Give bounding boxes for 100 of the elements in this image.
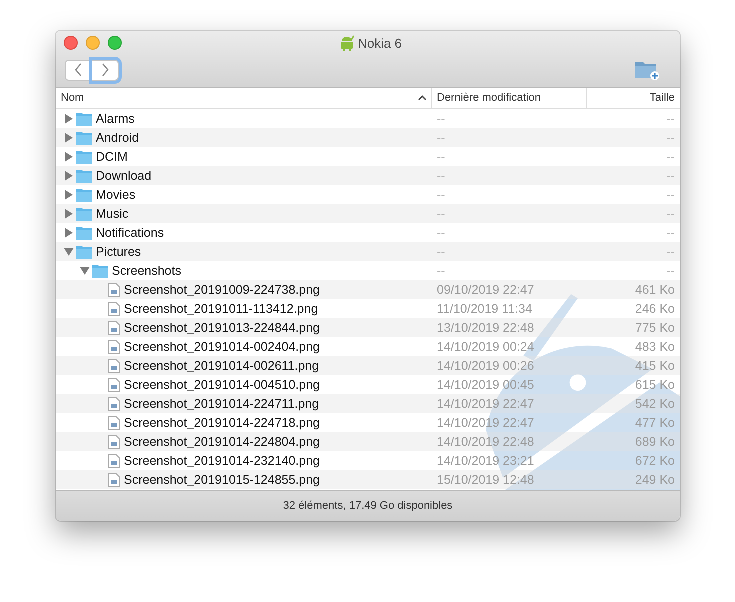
image-file-icon — [108, 454, 120, 468]
image-file-icon — [108, 358, 120, 372]
image-file-icon — [108, 282, 120, 296]
modified-date: -- — [437, 244, 446, 258]
folder-icon — [76, 168, 92, 182]
modified-date: -- — [437, 112, 446, 126]
column-header[interactable]: Nom — [56, 88, 432, 108]
modified-date: 09/10/2019 22:47 — [437, 282, 534, 296]
modified-date: -- — [437, 206, 446, 220]
close-button[interactable] — [64, 36, 78, 50]
modified-date: 14/10/2019 22:47 — [437, 396, 534, 410]
modified-date: 13/10/2019 22:48 — [437, 320, 534, 334]
file-size: -- — [666, 150, 675, 164]
column-header[interactable]: Dernière modification — [432, 88, 587, 108]
file-size: 483 Ko — [635, 340, 675, 354]
folder-name[interactable]: Pictures — [96, 244, 142, 258]
file-size: -- — [666, 206, 675, 220]
file-name[interactable]: Screenshot_20191013-224844.png — [124, 320, 320, 334]
modified-date: -- — [437, 226, 446, 240]
folder-name[interactable]: Download — [96, 168, 152, 182]
folder-name[interactable]: Movies — [96, 188, 136, 202]
file-size: 415 Ko — [635, 358, 675, 372]
collapse-triangle-icon[interactable] — [64, 247, 74, 256]
file-name[interactable]: Screenshot_20191014-002611.png — [124, 358, 320, 372]
file-size: 249 Ko — [635, 472, 675, 486]
folder-icon — [76, 244, 92, 258]
expand-triangle-icon[interactable] — [64, 132, 74, 142]
file-name[interactable]: Screenshot_20191014-224718.png — [124, 416, 320, 430]
image-file-icon — [108, 378, 120, 392]
file-name[interactable]: Screenshot_20191014-004510.png — [124, 378, 320, 392]
file-size: -- — [666, 130, 675, 144]
folder-name[interactable]: Notifications — [96, 226, 164, 240]
file-name[interactable]: Screenshot_20191014-232140.png — [124, 454, 320, 468]
folder-name[interactable]: Android — [96, 130, 140, 144]
status-text: 32 éléments, 17.49 Go disponibles — [283, 500, 453, 512]
file-name[interactable]: Screenshot_20191015-124855.png — [124, 472, 320, 486]
file-size: 477 Ko — [635, 416, 675, 430]
modified-date: 14/10/2019 00:24 — [437, 340, 534, 354]
folder-icon — [92, 264, 108, 278]
modified-date: -- — [437, 264, 446, 278]
modified-date: 14/10/2019 00:45 — [437, 378, 534, 392]
file-size: -- — [666, 244, 675, 258]
file-size: 542 Ko — [635, 396, 675, 410]
folder-name[interactable]: DCIM — [96, 150, 128, 164]
zoom-button[interactable] — [108, 36, 122, 50]
new-folder-icon[interactable] — [634, 59, 660, 81]
folder-name[interactable]: Music — [96, 206, 129, 220]
folder-name[interactable]: Alarms — [96, 112, 135, 126]
modified-date: 11/10/2019 11:34 — [437, 302, 532, 316]
file-size: 689 Ko — [635, 434, 675, 448]
folder-icon — [76, 150, 92, 164]
file-size: 775 Ko — [635, 320, 675, 334]
file-size: 615 Ko — [635, 378, 675, 392]
modified-date: 15/10/2019 12:48 — [437, 472, 534, 486]
file-name[interactable]: Screenshot_20191009-224738.png — [124, 282, 320, 296]
folder-icon — [76, 226, 92, 240]
image-file-icon — [108, 396, 120, 410]
folder-icon — [76, 188, 92, 202]
file-size: 461 Ko — [635, 282, 675, 296]
folder-icon — [76, 206, 92, 220]
collapse-triangle-icon[interactable] — [80, 266, 90, 275]
modified-date: -- — [437, 188, 446, 202]
expand-triangle-icon[interactable] — [64, 114, 74, 124]
file-size: 246 Ko — [635, 302, 675, 316]
folder-icon — [76, 130, 92, 144]
file-size: 672 Ko — [635, 454, 675, 468]
image-file-icon — [108, 320, 120, 334]
modified-date: 14/10/2019 00:26 — [437, 358, 534, 372]
expand-triangle-icon[interactable] — [64, 152, 74, 162]
file-name[interactable]: Screenshot_20191011-113412.png — [124, 302, 318, 316]
file-size: -- — [666, 264, 675, 278]
modified-date: -- — [437, 168, 446, 182]
chevron-right-icon — [100, 62, 110, 78]
modified-date: 14/10/2019 23:21 — [437, 454, 534, 468]
image-file-icon — [108, 340, 120, 354]
image-file-icon — [108, 434, 120, 448]
chevron-left-icon — [73, 62, 84, 78]
file-size: -- — [666, 112, 675, 126]
modified-date: -- — [437, 150, 446, 164]
file-size: -- — [666, 168, 675, 182]
expand-triangle-icon[interactable] — [64, 208, 74, 218]
image-file-icon — [108, 416, 120, 430]
folder-name[interactable]: Screenshots — [112, 264, 182, 278]
window-title: Nokia 6 — [358, 36, 402, 50]
modified-date: -- — [437, 130, 446, 144]
expand-triangle-icon[interactable] — [64, 190, 74, 200]
expand-triangle-icon[interactable] — [64, 228, 74, 238]
modified-date: 14/10/2019 22:47 — [437, 416, 534, 430]
image-file-icon — [108, 472, 120, 486]
modified-date: 14/10/2019 22:48 — [437, 434, 534, 448]
expand-triangle-icon[interactable] — [64, 170, 74, 180]
file-name[interactable]: Screenshot_20191014-002404.png — [124, 340, 320, 354]
column-header[interactable]: Taille — [587, 88, 680, 108]
image-file-icon — [108, 302, 120, 316]
file-size: -- — [666, 226, 675, 240]
file-name[interactable]: Screenshot_20191014-224711.png — [124, 396, 320, 410]
file-name[interactable]: Screenshot_20191014-224804.png — [124, 434, 320, 448]
file-size: -- — [666, 188, 675, 202]
android-robot-icon — [340, 35, 354, 51]
folder-icon — [76, 112, 92, 126]
